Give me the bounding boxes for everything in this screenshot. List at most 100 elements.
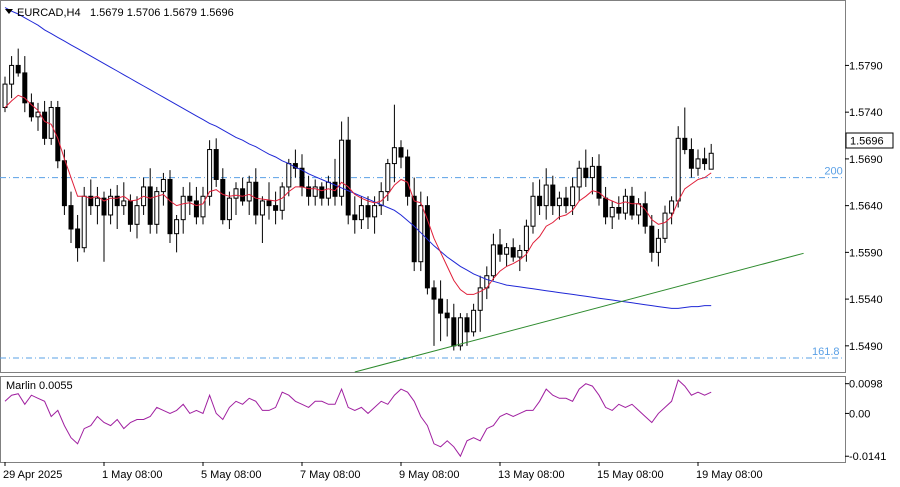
bear-candle	[411, 195, 417, 263]
bull-candle	[378, 191, 384, 207]
bear-candle	[451, 317, 457, 347]
indicator-label: Marlin 0.0055	[6, 380, 73, 392]
chart-background	[0, 0, 900, 487]
bear-candle	[682, 137, 688, 151]
price-tick-label: 1.5790	[849, 60, 883, 72]
bear-candle	[61, 160, 67, 207]
bull-candle	[9, 64, 15, 85]
bear-candle	[273, 205, 279, 211]
bear-candle	[616, 206, 622, 214]
bear-candle	[365, 205, 371, 218]
bull-candle	[457, 317, 463, 347]
fib-level-label: 161.8	[812, 346, 840, 358]
bull-candle	[669, 200, 675, 214]
bull-candle	[286, 163, 292, 188]
bear-candle	[629, 195, 635, 216]
bear-candle	[127, 200, 133, 225]
bear-candle	[537, 195, 543, 207]
bull-candle	[325, 181, 331, 199]
price-tick-label: 1.5690	[849, 154, 883, 166]
bear-candle	[583, 167, 589, 179]
bull-candle	[226, 197, 232, 221]
bear-candle	[405, 156, 411, 197]
bear-candle	[42, 111, 48, 139]
bull-candle	[358, 205, 364, 221]
bull-candle	[530, 195, 536, 227]
bear-candle	[193, 200, 199, 218]
bear-candle	[398, 147, 404, 158]
bull-candle	[121, 200, 127, 207]
bear-candle	[187, 195, 193, 202]
time-tick-label: 15 May 08:00	[597, 469, 664, 481]
bull-candle	[134, 205, 140, 225]
bull-candle	[708, 152, 714, 170]
time-tick-label: 29 Apr 2025	[3, 469, 62, 481]
bull-candle	[517, 249, 523, 258]
bear-candle	[702, 158, 708, 165]
bear-candle	[147, 186, 153, 225]
bear-candle	[688, 149, 694, 169]
bull-candle	[675, 137, 681, 202]
bull-candle	[576, 167, 582, 188]
bear-candle	[266, 200, 272, 207]
time-tick-label: 1 May 08:00	[102, 469, 163, 481]
time-tick-label: 9 May 08:00	[399, 469, 460, 481]
indicator-tick-label: 0.0098	[849, 379, 883, 391]
bear-candle	[438, 298, 444, 314]
fib-level-label: 200	[824, 166, 842, 178]
bull-candle	[391, 147, 397, 165]
current-price-badge: 1.5696	[845, 132, 894, 149]
bear-candle	[75, 228, 81, 249]
price-tick-label: 1.5490	[849, 341, 883, 353]
bear-candle	[213, 149, 219, 180]
bull-candle	[609, 206, 615, 218]
bull-candle	[246, 181, 252, 202]
bear-candle	[345, 139, 351, 216]
bull-candle	[385, 163, 391, 193]
bear-candle	[167, 178, 173, 235]
indicator-tick-label: -0.0141	[849, 451, 886, 463]
bull-candle	[556, 197, 562, 207]
symbol-header: EURCAD,H4 1.5679 1.5706 1.5679 1.5696	[5, 7, 234, 19]
bear-candle	[550, 184, 556, 207]
price-badge-text: 1.5696	[850, 136, 884, 148]
bull-candle	[207, 149, 213, 197]
bull-candle	[180, 195, 186, 221]
indicator-tick-label: 0.00	[849, 408, 870, 420]
bull-candle	[622, 195, 628, 214]
time-tick-label: 19 May 08:00	[696, 469, 763, 481]
bear-candle	[510, 247, 516, 258]
trading-chart[interactable]: 200 161.8 EURCAD,H4 1.5679 1.5706 1.5679 …	[0, 0, 900, 487]
bull-candle	[81, 195, 87, 249]
bull-candle	[504, 247, 510, 255]
bull-candle	[48, 106, 54, 139]
bear-candle	[15, 64, 21, 74]
bull-candle	[259, 200, 265, 216]
bear-candle	[68, 205, 74, 230]
price-tick-label: 1.5540	[849, 294, 883, 306]
bull-candle	[233, 188, 239, 199]
bull-candle	[160, 178, 166, 193]
time-tick-label: 13 May 08:00	[498, 469, 565, 481]
price-tick-label: 1.5640	[849, 201, 883, 213]
symbol-label: EURCAD,H4	[17, 7, 81, 19]
bear-candle	[220, 178, 226, 221]
time-tick-label: 7 May 08:00	[300, 469, 361, 481]
bear-candle	[603, 197, 609, 218]
bear-candle	[464, 317, 470, 333]
bull-candle	[490, 244, 496, 277]
bear-candle	[497, 244, 503, 255]
time-tick-label: 5 May 08:00	[201, 469, 262, 481]
price-tick-label: 1.5740	[849, 107, 883, 119]
bear-candle	[319, 186, 325, 199]
bull-candle	[2, 83, 8, 108]
bear-candle	[424, 205, 430, 289]
bull-candle	[372, 205, 378, 218]
bull-candle	[695, 158, 701, 169]
bear-candle	[649, 225, 655, 253]
bull-candle	[200, 195, 206, 218]
bear-candle	[240, 188, 246, 202]
bull-candle	[570, 186, 576, 207]
bear-candle	[563, 197, 569, 207]
bear-candle	[55, 106, 61, 162]
